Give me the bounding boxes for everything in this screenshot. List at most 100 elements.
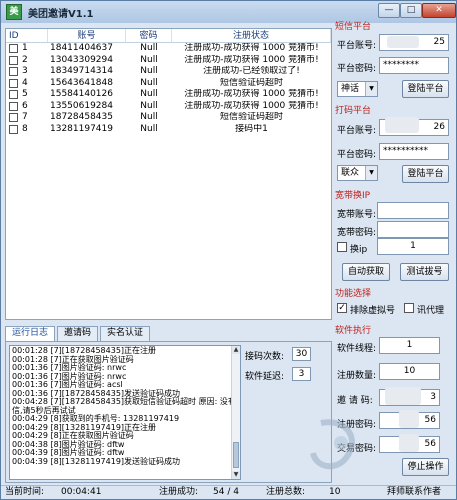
- grid-header: ID 账号 密码 注册状态: [6, 29, 331, 43]
- delay-input[interactable]: 3: [292, 367, 311, 381]
- grid-body: 1 18411404637 Null 注册成功-成功获得 1000 竞猜币! 2 1304…: [6, 43, 331, 135]
- log-scrollbar[interactable]: ▲ ▼: [231, 346, 240, 479]
- receive-count-input[interactable]: 30: [292, 347, 311, 361]
- row-account: 13043309294: [50, 54, 113, 65]
- invite-code-label: 邀 请 码:: [337, 396, 373, 406]
- maximize-button[interactable]: □: [400, 3, 422, 18]
- table-row[interactable]: 2 13043309294 Null 注册成功-成功获得 1000 竞猜币!: [6, 55, 331, 67]
- row-checkbox[interactable]: [9, 101, 18, 111]
- row-status: 注册成功-成功获得 1000 竞猜币!: [184, 54, 319, 65]
- row-id-text: 4: [22, 77, 28, 88]
- row-id: 7: [6, 112, 48, 124]
- row-account: 15584140126: [50, 89, 113, 99]
- time-label: 当前时间:: [5, 487, 45, 497]
- sms-platform-select-value: 神话: [341, 84, 360, 94]
- row-checkbox[interactable]: [9, 113, 18, 123]
- success-label: 注册成功:: [159, 487, 199, 497]
- row-status: 注册成功-成功获得 1000 竞猜币!: [184, 43, 319, 53]
- scroll-up-icon[interactable]: ▲: [232, 346, 240, 354]
- redacted-mask: [399, 410, 419, 428]
- row-password: Null: [140, 77, 158, 88]
- row-id-text: 2: [22, 54, 28, 65]
- author-link[interactable]: 拜师联系作者: [387, 486, 441, 499]
- switch-ip-input[interactable]: 1: [377, 238, 449, 255]
- row-checkbox[interactable]: [9, 78, 18, 88]
- broadband-password-input[interactable]: [377, 221, 449, 238]
- table-row[interactable]: 8 13281197419 Null 接码中1: [6, 124, 331, 136]
- chevron-down-icon: ▼: [365, 82, 377, 96]
- auto-fetch-button[interactable]: 自动获取: [342, 263, 390, 281]
- broadband-password-label: 宽带密码:: [337, 228, 377, 238]
- tab-invite-code[interactable]: 邀请码: [57, 326, 99, 341]
- close-button[interactable]: ✕: [422, 3, 456, 18]
- col-account-header[interactable]: 账号: [48, 29, 126, 42]
- row-status: 注册成功-已经领取过了!: [203, 66, 300, 76]
- sms-password-input[interactable]: ********: [379, 57, 449, 74]
- minimize-button[interactable]: —: [378, 3, 400, 18]
- redacted-mask: [387, 36, 419, 48]
- table-row[interactable]: 6 13550619284 Null 注册成功-成功获得 1000 竞猜币!: [6, 101, 331, 113]
- scroll-thumb[interactable]: [233, 442, 239, 468]
- table-row[interactable]: 4 15643641848 Null 短信验证码超时: [6, 78, 331, 90]
- table-row[interactable]: 1 18411404637 Null 注册成功-成功获得 1000 竞猜币!: [6, 43, 331, 55]
- threads-label: 软件线程:: [337, 344, 377, 354]
- scroll-down-icon[interactable]: ▼: [232, 471, 240, 479]
- threads-input[interactable]: 1: [379, 337, 440, 354]
- row-checkbox[interactable]: [9, 44, 18, 54]
- exclude-virtual-label: 排除虚拟号: [350, 306, 396, 316]
- reg-count-input[interactable]: 10: [379, 363, 440, 380]
- row-id: 6: [6, 101, 48, 113]
- row-password: Null: [140, 123, 158, 134]
- col-password-header[interactable]: 密码: [126, 29, 172, 42]
- table-row[interactable]: 5 15584140126 Null 注册成功-成功获得 1000 竞猜币!: [6, 89, 331, 101]
- chevron-down-icon: ▼: [365, 166, 377, 180]
- captcha-password-label: 平台密码:: [337, 150, 377, 160]
- switch-ip-checkbox[interactable]: [337, 242, 347, 252]
- table-row[interactable]: 3 18349714314 Null 注册成功-已经领取过了!: [6, 66, 331, 78]
- captcha-account-label: 平台账号:: [337, 126, 377, 136]
- row-id: 5: [6, 89, 48, 101]
- test-dial-button[interactable]: 测试拔号: [400, 263, 449, 281]
- sms-platform-select[interactable]: 神话 ▼: [337, 81, 378, 97]
- row-checkbox[interactable]: [9, 55, 18, 65]
- row-password: Null: [140, 112, 158, 122]
- row-account: 13281197419: [50, 123, 113, 134]
- row-checkbox[interactable]: [9, 90, 18, 100]
- success-value: 54 / 4: [213, 487, 239, 497]
- time-value: 00:04:41: [61, 487, 102, 497]
- sms-login-button[interactable]: 登陆平台: [402, 80, 449, 98]
- proxy-checkbox[interactable]: [404, 303, 414, 313]
- row-account: 18728458435: [50, 112, 113, 122]
- row-password: Null: [140, 100, 158, 111]
- row-id-text: 3: [22, 66, 28, 76]
- row-status: 注册成功-成功获得 1000 竞猜币!: [184, 89, 319, 99]
- captcha-platform-select[interactable]: 联众 ▼: [337, 165, 378, 181]
- sms-password-label: 平台密码:: [337, 64, 377, 74]
- run-log[interactable]: 00:01:28 [7][18728458435]正在注册 00:01:28 [7…: [9, 345, 241, 480]
- reg-count-label: 注册数量:: [337, 371, 377, 381]
- broadband-account-label: 宽带账号:: [337, 210, 377, 220]
- broadband-account-input[interactable]: [377, 202, 449, 219]
- row-checkbox[interactable]: [9, 124, 18, 134]
- col-id-header[interactable]: ID: [6, 29, 48, 42]
- table-row[interactable]: 7 18728458435 Null 短信验证码超时: [6, 112, 331, 124]
- captcha-login-button[interactable]: 登陆平台: [402, 165, 449, 183]
- stop-button[interactable]: 停止操作: [402, 458, 449, 476]
- col-status-header[interactable]: 注册状态: [172, 29, 331, 42]
- app-icon: 美: [6, 4, 22, 20]
- tab-real-name[interactable]: 实名认证: [100, 326, 151, 341]
- sms-account-label: 平台账号:: [337, 41, 377, 51]
- switch-ip-label: 换ip: [350, 245, 368, 255]
- row-id: 4: [6, 78, 48, 90]
- row-password: Null: [140, 66, 158, 76]
- exclude-virtual-checkbox[interactable]: [337, 303, 347, 313]
- tab-run-log[interactable]: 运行日志: [5, 326, 56, 341]
- account-grid: ID 账号 密码 注册状态 1 18411404637 Null 注册成功-成功获得 …: [5, 28, 332, 320]
- redacted-mask: [385, 117, 419, 133]
- redacted-mask: [385, 387, 421, 405]
- features-title: 功能选择: [335, 289, 372, 299]
- captcha-password-input[interactable]: **********: [379, 143, 449, 160]
- total-label: 注册总数:: [266, 487, 306, 497]
- row-checkbox[interactable]: [9, 67, 18, 77]
- title-bar[interactable]: 美 美团邀请V1.1 — □ ✕: [1, 1, 456, 23]
